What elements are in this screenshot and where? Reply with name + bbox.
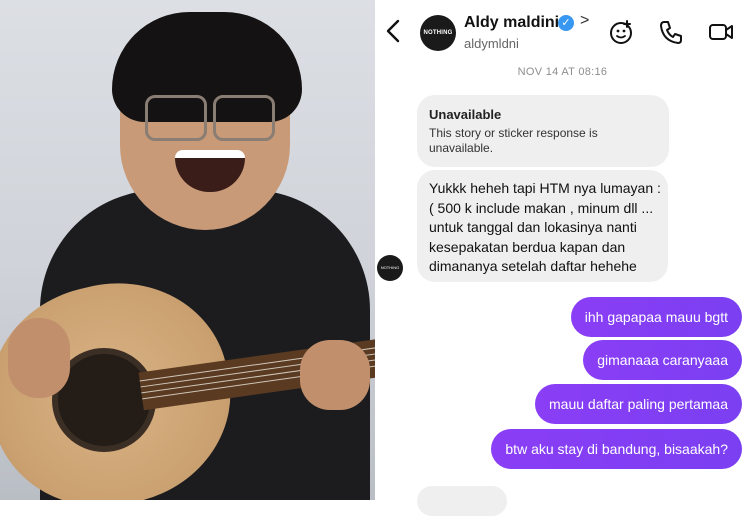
- outgoing-message[interactable]: mauu daftar paling pertamaa: [535, 384, 742, 424]
- outgoing-message[interactable]: btw aku stay di bandung, bisaakah?: [491, 429, 742, 469]
- profile-photo: [0, 0, 375, 500]
- dm-chat-panel: NOTHING EST Aldy maldini ✓ > aldymldni N…: [375, 0, 750, 516]
- video-icon[interactable]: [707, 18, 735, 46]
- avatar[interactable]: NOTHING EST: [420, 15, 456, 51]
- incoming-message[interactable]: Yukkk heheh tapi HTM nya lumayan : ( 500…: [417, 170, 668, 282]
- photo-hand-left: [8, 318, 70, 398]
- contact-name[interactable]: Aldy maldini: [464, 14, 559, 32]
- unavailable-story-reply[interactable]: Unavailable This story or sticker respon…: [417, 95, 669, 167]
- outgoing-message[interactable]: gimanaaa caranyaaa: [583, 340, 742, 380]
- photo-glasses-left: [145, 95, 207, 141]
- sticker-icon[interactable]: [607, 18, 635, 46]
- incoming-message-text: Yukkk heheh tapi HTM nya lumayan : ( 500…: [429, 180, 661, 274]
- phone-icon[interactable]: [657, 18, 685, 46]
- unavailable-body: This story or sticker response is unavai…: [429, 126, 598, 155]
- photo-hand-right: [300, 340, 370, 410]
- contact-handle: aldymldni: [464, 36, 519, 51]
- chat-header: NOTHING EST Aldy maldini ✓ > aldymldni: [375, 0, 750, 62]
- photo-glasses-right: [213, 95, 275, 141]
- outgoing-message[interactable]: ihh gapapaa mauu bgtt: [570, 297, 742, 337]
- incoming-message-partial[interactable]: [417, 486, 507, 516]
- back-arrow-icon[interactable]: [383, 18, 405, 44]
- message-timestamp: NOV 14 AT 08:16: [517, 66, 608, 78]
- unavailable-title: Unavailable: [429, 107, 502, 122]
- chevron-right-icon[interactable]: >: [580, 12, 589, 30]
- verified-check-icon: ✓: [558, 15, 574, 31]
- sender-avatar[interactable]: NOTHING EST: [377, 255, 403, 281]
